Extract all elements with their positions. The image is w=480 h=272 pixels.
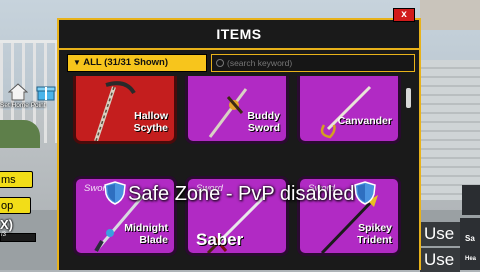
- close-button[interactable]: x: [393, 8, 415, 22]
- roof-post: [420, 0, 480, 30]
- search-icon: [216, 58, 224, 67]
- stats-label-sa: Sa: [465, 234, 475, 243]
- hud-button-shop[interactable]: op: [0, 197, 31, 214]
- item-name: Canvander: [337, 115, 392, 127]
- item-name: Buddy Sword: [247, 110, 280, 134]
- item-name: Saber: [196, 230, 244, 249]
- shield-icon: [354, 181, 376, 205]
- item-card-hallow-scythe[interactable]: Hallow Scythe: [73, 76, 177, 144]
- use-button-1[interactable]: Use: [420, 222, 460, 246]
- search-placeholder: (search keyword): [227, 58, 293, 68]
- gift-icon[interactable]: [36, 82, 56, 102]
- set-home-label: Set Home Point: [0, 102, 46, 109]
- wooden-wall: [420, 60, 480, 200]
- stats-panel: [460, 218, 480, 270]
- items-window: ITEMS ▼ ALL (31/31 Shown) (search keywor…: [57, 18, 421, 270]
- item-name: Spikey Trident: [356, 222, 392, 246]
- dark-object: [462, 185, 480, 215]
- item-name: Hallow Scythe: [133, 110, 168, 134]
- bush: [0, 120, 40, 148]
- home-icon[interactable]: [7, 82, 29, 102]
- use-button-2[interactable]: Use: [420, 248, 460, 272]
- filter-dropdown[interactable]: ▼ ALL (31/31 Shown): [67, 54, 207, 72]
- shield-icon: [104, 181, 126, 205]
- item-card-canvander[interactable]: Canvander: [297, 76, 401, 144]
- stats-label-health: Hea: [465, 256, 477, 262]
- hud-button-items[interactable]: ms: [0, 171, 33, 188]
- search-input[interactable]: (search keyword): [211, 54, 415, 72]
- sword-icon: [320, 85, 372, 139]
- item-name: Midnight Blade: [124, 222, 168, 246]
- hud-stat-text: /3: [1, 232, 7, 238]
- caret-down-icon: ▼: [73, 58, 81, 67]
- safe-zone-banner: Safe Zone - PvP disabled: [128, 183, 355, 205]
- window-title: ITEMS: [216, 26, 262, 42]
- title-divider: [59, 48, 419, 50]
- hud-level-text: X): [0, 217, 13, 232]
- item-card-buddy-sword[interactable]: Buddy Sword: [185, 76, 289, 144]
- items-grid: Hallow Scythe Buddy Sword Canvander Sword: [65, 76, 415, 272]
- scrollbar-thumb[interactable]: [406, 88, 411, 108]
- filter-label: ALL (31/31 Shown): [83, 57, 169, 68]
